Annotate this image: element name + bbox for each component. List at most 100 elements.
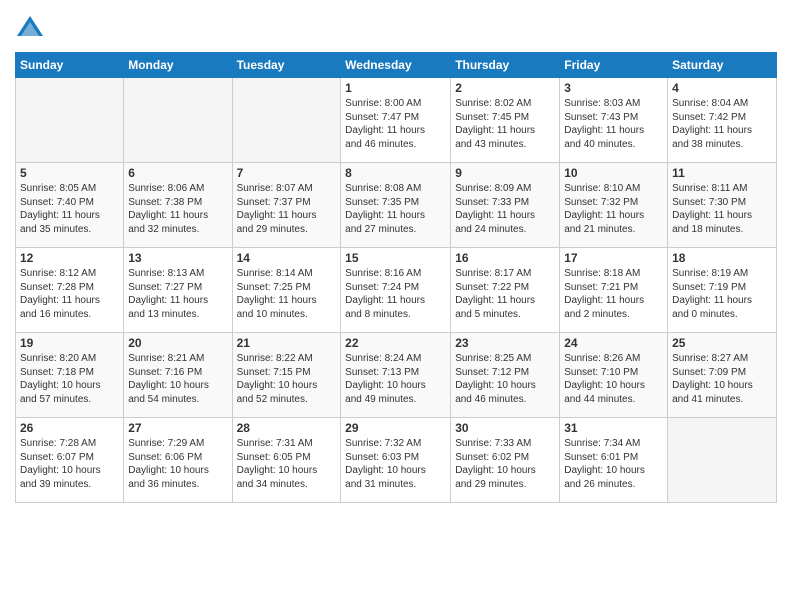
calendar-cell: 18 Sunrise: 8:19 AM Sunset: 7:19 PM Dayli…	[668, 248, 777, 333]
calendar-week-row: 19 Sunrise: 8:20 AM Sunset: 7:18 PM Dayli…	[16, 333, 777, 418]
calendar-cell: 25 Sunrise: 8:27 AM Sunset: 7:09 PM Dayli…	[668, 333, 777, 418]
day-info: Sunrise: 7:31 AM Sunset: 6:05 PM Dayligh…	[237, 437, 337, 491]
day-number: 22	[345, 336, 446, 350]
calendar-cell	[124, 78, 232, 163]
day-number: 11	[672, 166, 772, 180]
day-info: Sunrise: 8:06 AM Sunset: 7:38 PM Dayligh…	[128, 182, 227, 236]
day-info: Sunrise: 8:27 AM Sunset: 7:09 PM Dayligh…	[672, 352, 772, 406]
day-number: 15	[345, 251, 446, 265]
day-info: Sunrise: 7:33 AM Sunset: 6:02 PM Dayligh…	[455, 437, 555, 491]
day-number: 16	[455, 251, 555, 265]
day-info: Sunrise: 7:32 AM Sunset: 6:03 PM Dayligh…	[345, 437, 446, 491]
calendar-cell: 29 Sunrise: 7:32 AM Sunset: 6:03 PM Dayli…	[341, 418, 451, 503]
calendar-cell: 22 Sunrise: 8:24 AM Sunset: 7:13 PM Dayli…	[341, 333, 451, 418]
day-info: Sunrise: 8:21 AM Sunset: 7:16 PM Dayligh…	[128, 352, 227, 406]
calendar-week-row: 5 Sunrise: 8:05 AM Sunset: 7:40 PM Daylig…	[16, 163, 777, 248]
day-info: Sunrise: 8:16 AM Sunset: 7:24 PM Dayligh…	[345, 267, 446, 321]
day-number: 17	[564, 251, 663, 265]
day-number: 6	[128, 166, 227, 180]
day-number: 12	[20, 251, 119, 265]
calendar-cell: 26 Sunrise: 7:28 AM Sunset: 6:07 PM Dayli…	[16, 418, 124, 503]
day-info: Sunrise: 8:07 AM Sunset: 7:37 PM Dayligh…	[237, 182, 337, 236]
day-info: Sunrise: 8:22 AM Sunset: 7:15 PM Dayligh…	[237, 352, 337, 406]
day-info: Sunrise: 8:09 AM Sunset: 7:33 PM Dayligh…	[455, 182, 555, 236]
logo-icon	[15, 14, 45, 44]
day-info: Sunrise: 7:34 AM Sunset: 6:01 PM Dayligh…	[564, 437, 663, 491]
day-number: 4	[672, 81, 772, 95]
calendar-cell: 21 Sunrise: 8:22 AM Sunset: 7:15 PM Dayli…	[232, 333, 341, 418]
day-number: 27	[128, 421, 227, 435]
calendar-cell: 17 Sunrise: 8:18 AM Sunset: 7:21 PM Dayli…	[560, 248, 668, 333]
day-number: 30	[455, 421, 555, 435]
day-number: 10	[564, 166, 663, 180]
day-number: 5	[20, 166, 119, 180]
calendar-cell: 31 Sunrise: 7:34 AM Sunset: 6:01 PM Dayli…	[560, 418, 668, 503]
day-of-week-header: Wednesday	[341, 53, 451, 78]
day-info: Sunrise: 8:03 AM Sunset: 7:43 PM Dayligh…	[564, 97, 663, 151]
calendar-cell: 9 Sunrise: 8:09 AM Sunset: 7:33 PM Daylig…	[451, 163, 560, 248]
day-of-week-header: Thursday	[451, 53, 560, 78]
calendar-cell: 14 Sunrise: 8:14 AM Sunset: 7:25 PM Dayli…	[232, 248, 341, 333]
calendar-cell: 1Sunrise: 8:00 AM Sunset: 7:47 PM Daylig…	[341, 78, 451, 163]
day-info: Sunrise: 8:00 AM Sunset: 7:47 PM Dayligh…	[345, 97, 446, 151]
header	[15, 10, 777, 44]
day-info: Sunrise: 8:04 AM Sunset: 7:42 PM Dayligh…	[672, 97, 772, 151]
calendar-cell: 12 Sunrise: 8:12 AM Sunset: 7:28 PM Dayli…	[16, 248, 124, 333]
calendar-cell: 23Sunrise: 8:25 AM Sunset: 7:12 PM Dayli…	[451, 333, 560, 418]
calendar-cell: 4 Sunrise: 8:04 AM Sunset: 7:42 PM Daylig…	[668, 78, 777, 163]
day-info: Sunrise: 8:11 AM Sunset: 7:30 PM Dayligh…	[672, 182, 772, 236]
day-number: 20	[128, 336, 227, 350]
logo	[15, 14, 48, 44]
day-number: 18	[672, 251, 772, 265]
day-number: 14	[237, 251, 337, 265]
day-number: 26	[20, 421, 119, 435]
calendar-cell: 13Sunrise: 8:13 AM Sunset: 7:27 PM Dayli…	[124, 248, 232, 333]
calendar: SundayMondayTuesdayWednesdayThursdayFrid…	[15, 52, 777, 503]
day-info: Sunrise: 8:05 AM Sunset: 7:40 PM Dayligh…	[20, 182, 119, 236]
day-info: Sunrise: 8:08 AM Sunset: 7:35 PM Dayligh…	[345, 182, 446, 236]
day-number: 21	[237, 336, 337, 350]
day-info: Sunrise: 8:26 AM Sunset: 7:10 PM Dayligh…	[564, 352, 663, 406]
calendar-cell: 8Sunrise: 8:08 AM Sunset: 7:35 PM Daylig…	[341, 163, 451, 248]
day-info: Sunrise: 7:29 AM Sunset: 6:06 PM Dayligh…	[128, 437, 227, 491]
calendar-cell: 19 Sunrise: 8:20 AM Sunset: 7:18 PM Dayli…	[16, 333, 124, 418]
calendar-week-row: 12 Sunrise: 8:12 AM Sunset: 7:28 PM Dayli…	[16, 248, 777, 333]
day-number: 19	[20, 336, 119, 350]
day-number: 2	[455, 81, 555, 95]
day-of-week-header: Sunday	[16, 53, 124, 78]
day-number: 9	[455, 166, 555, 180]
calendar-cell: 7 Sunrise: 8:07 AM Sunset: 7:37 PM Daylig…	[232, 163, 341, 248]
calendar-cell: 30 Sunrise: 7:33 AM Sunset: 6:02 PM Dayli…	[451, 418, 560, 503]
calendar-cell: 24 Sunrise: 8:26 AM Sunset: 7:10 PM Dayli…	[560, 333, 668, 418]
calendar-cell: 5 Sunrise: 8:05 AM Sunset: 7:40 PM Daylig…	[16, 163, 124, 248]
calendar-cell: 28 Sunrise: 7:31 AM Sunset: 6:05 PM Dayli…	[232, 418, 341, 503]
day-info: Sunrise: 8:19 AM Sunset: 7:19 PM Dayligh…	[672, 267, 772, 321]
day-info: Sunrise: 8:20 AM Sunset: 7:18 PM Dayligh…	[20, 352, 119, 406]
day-info: Sunrise: 8:24 AM Sunset: 7:13 PM Dayligh…	[345, 352, 446, 406]
calendar-week-row: 26 Sunrise: 7:28 AM Sunset: 6:07 PM Dayli…	[16, 418, 777, 503]
day-info: Sunrise: 8:12 AM Sunset: 7:28 PM Dayligh…	[20, 267, 119, 321]
day-info: Sunrise: 8:17 AM Sunset: 7:22 PM Dayligh…	[455, 267, 555, 321]
day-number: 25	[672, 336, 772, 350]
day-info: Sunrise: 8:13 AM Sunset: 7:27 PM Dayligh…	[128, 267, 227, 321]
calendar-cell: 11 Sunrise: 8:11 AM Sunset: 7:30 PM Dayli…	[668, 163, 777, 248]
calendar-cell	[668, 418, 777, 503]
calendar-cell: 6 Sunrise: 8:06 AM Sunset: 7:38 PM Daylig…	[124, 163, 232, 248]
day-of-week-header: Tuesday	[232, 53, 341, 78]
day-number: 28	[237, 421, 337, 435]
day-of-week-header: Monday	[124, 53, 232, 78]
day-info: Sunrise: 7:28 AM Sunset: 6:07 PM Dayligh…	[20, 437, 119, 491]
page: SundayMondayTuesdayWednesdayThursdayFrid…	[0, 0, 792, 612]
day-number: 7	[237, 166, 337, 180]
day-number: 24	[564, 336, 663, 350]
day-info: Sunrise: 8:14 AM Sunset: 7:25 PM Dayligh…	[237, 267, 337, 321]
calendar-cell: 3Sunrise: 8:03 AM Sunset: 7:43 PM Daylig…	[560, 78, 668, 163]
day-info: Sunrise: 8:02 AM Sunset: 7:45 PM Dayligh…	[455, 97, 555, 151]
calendar-header-row: SundayMondayTuesdayWednesdayThursdayFrid…	[16, 53, 777, 78]
day-info: Sunrise: 8:10 AM Sunset: 7:32 PM Dayligh…	[564, 182, 663, 236]
day-number: 31	[564, 421, 663, 435]
day-of-week-header: Saturday	[668, 53, 777, 78]
day-info: Sunrise: 8:18 AM Sunset: 7:21 PM Dayligh…	[564, 267, 663, 321]
calendar-cell: 15 Sunrise: 8:16 AM Sunset: 7:24 PM Dayli…	[341, 248, 451, 333]
day-number: 29	[345, 421, 446, 435]
